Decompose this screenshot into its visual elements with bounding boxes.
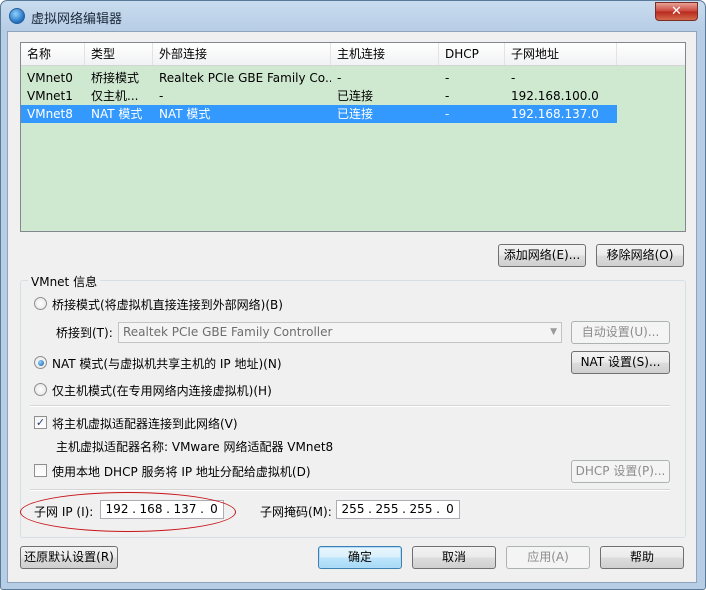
- separator: [30, 405, 670, 407]
- list-header: 名称 类型 外部连接 主机连接 DHCP 子网地址: [21, 43, 685, 66]
- cell-name: VMnet1: [27, 89, 73, 103]
- cancel-button[interactable]: 取消: [412, 546, 496, 569]
- dhcp-checkbox[interactable]: [34, 464, 47, 477]
- ok-button[interactable]: 确定: [318, 546, 402, 569]
- cell-external: -: [159, 89, 164, 103]
- column-header-host[interactable]: 主机连接: [331, 43, 439, 65]
- subnet-mask-octet[interactable]: 255: [373, 501, 401, 518]
- remove-network-button[interactable]: 移除网络(O): [596, 244, 684, 267]
- window-title: 虚拟网络编辑器: [31, 12, 123, 27]
- apply-button[interactable]: 应用(A): [506, 546, 590, 569]
- column-header-dhcp[interactable]: DHCP: [439, 43, 505, 65]
- subnet-mask-input[interactable]: 255 . 255 . 255 . 0: [336, 500, 460, 519]
- close-button[interactable]: ✕: [655, 2, 698, 21]
- help-button[interactable]: 帮助: [600, 546, 684, 569]
- bridged-mode-label[interactable]: 桥接模式(将虚拟机直接连接到外部网络)(B): [52, 296, 283, 313]
- bridged-to-label: 桥接到(T):: [56, 326, 113, 340]
- cell-external: Realtek PCIe GBE Family Co...: [159, 71, 331, 85]
- subnet-mask-octet[interactable]: 255: [339, 501, 367, 518]
- restore-defaults-button[interactable]: 还原默认设置(R): [20, 546, 118, 569]
- cell-dhcp: -: [445, 71, 450, 85]
- cell-subnet: -: [511, 71, 516, 85]
- title-bar[interactable]: 虚拟网络编辑器 ✕: [1, 1, 705, 31]
- cell-subnet: 192.168.137.0: [511, 107, 599, 121]
- bridged-to-value: Realtek PCIe GBE Family Controller: [123, 325, 333, 339]
- network-row-vmnet0[interactable]: VMnet0 桥接模式 Realtek PCIe GBE Family Co..…: [21, 69, 617, 87]
- column-header-type[interactable]: 类型: [85, 43, 153, 65]
- cell-type: 仅主机...: [91, 89, 139, 103]
- connect-adapter-checkbox[interactable]: ✓: [34, 416, 47, 429]
- nat-mode-radio[interactable]: [34, 356, 47, 369]
- bridged-to-dropdown[interactable]: Realtek PCIe GBE Family Controller ▼: [118, 322, 562, 343]
- cell-host: 已连接: [337, 89, 374, 103]
- network-globe-icon: [9, 8, 25, 24]
- cell-name: VMnet0: [27, 71, 73, 85]
- dialog-body: 名称 类型 外部连接 主机连接 DHCP 子网地址 VMnet0 桥接模式 Re…: [7, 31, 697, 583]
- cell-type: 桥接模式: [91, 71, 140, 85]
- cell-host: 已连接: [337, 107, 374, 121]
- dhcp-settings-button[interactable]: DHCP 设置(P)...: [571, 460, 670, 483]
- network-row-vmnet1[interactable]: VMnet1 仅主机... - 已连接 - 192.168.100.0: [21, 87, 617, 105]
- network-list[interactable]: 名称 类型 外部连接 主机连接 DHCP 子网地址 VMnet0 桥接模式 Re…: [20, 42, 686, 232]
- host-only-mode-label[interactable]: 仅主机模式(在专用网络内连接虚拟机)(H): [52, 382, 272, 399]
- cell-type: NAT 模式: [91, 107, 143, 121]
- nat-settings-button[interactable]: NAT 设置(S)...: [571, 351, 670, 374]
- chevron-down-icon[interactable]: ▼: [550, 323, 557, 342]
- network-row-vmnet8[interactable]: VMnet8 NAT 模式 NAT 模式 已连接 - 192.168.137.0: [21, 105, 617, 123]
- auto-settings-button[interactable]: 自动设置(U)...: [571, 321, 670, 344]
- nat-mode-label[interactable]: NAT 模式(与虚拟机共享主机的 IP 地址)(N): [52, 355, 282, 372]
- dhcp-label[interactable]: 使用本地 DHCP 服务将 IP 地址分配给虚拟机(D): [52, 463, 311, 480]
- column-header-name[interactable]: 名称: [21, 43, 85, 65]
- virtual-network-editor-window: 虚拟网络编辑器 ✕ 名称 类型 外部连接 主机连接 DHCP 子网地址 VMne…: [0, 0, 706, 590]
- subnet-mask-octet[interactable]: 255: [407, 501, 435, 518]
- adapter-name-text: 主机虚拟适配器名称: VMware 网络适配器 VMnet8: [56, 440, 334, 454]
- bridged-mode-radio[interactable]: [34, 297, 47, 310]
- host-only-mode-radio[interactable]: [34, 383, 47, 396]
- separator: [30, 489, 670, 491]
- connect-adapter-label[interactable]: 将主机虚拟适配器连接到此网络(V): [52, 415, 238, 432]
- annotation-oval: [20, 492, 236, 532]
- subnet-mask-octet[interactable]: 0: [441, 501, 459, 518]
- cell-name: VMnet8: [27, 107, 73, 121]
- cell-dhcp: -: [445, 89, 450, 103]
- cell-dhcp: -: [445, 107, 450, 121]
- add-network-button[interactable]: 添加网络(E)...: [498, 244, 586, 267]
- cell-subnet: 192.168.100.0: [511, 89, 599, 103]
- column-header-subnet[interactable]: 子网地址: [505, 43, 617, 65]
- subnet-mask-label: 子网掩码(M):: [260, 505, 332, 519]
- vmnet-info-title: VMnet 信息: [28, 273, 101, 290]
- column-header-external[interactable]: 外部连接: [153, 43, 331, 65]
- cell-host: -: [337, 71, 342, 85]
- cell-external: NAT 模式: [159, 107, 211, 121]
